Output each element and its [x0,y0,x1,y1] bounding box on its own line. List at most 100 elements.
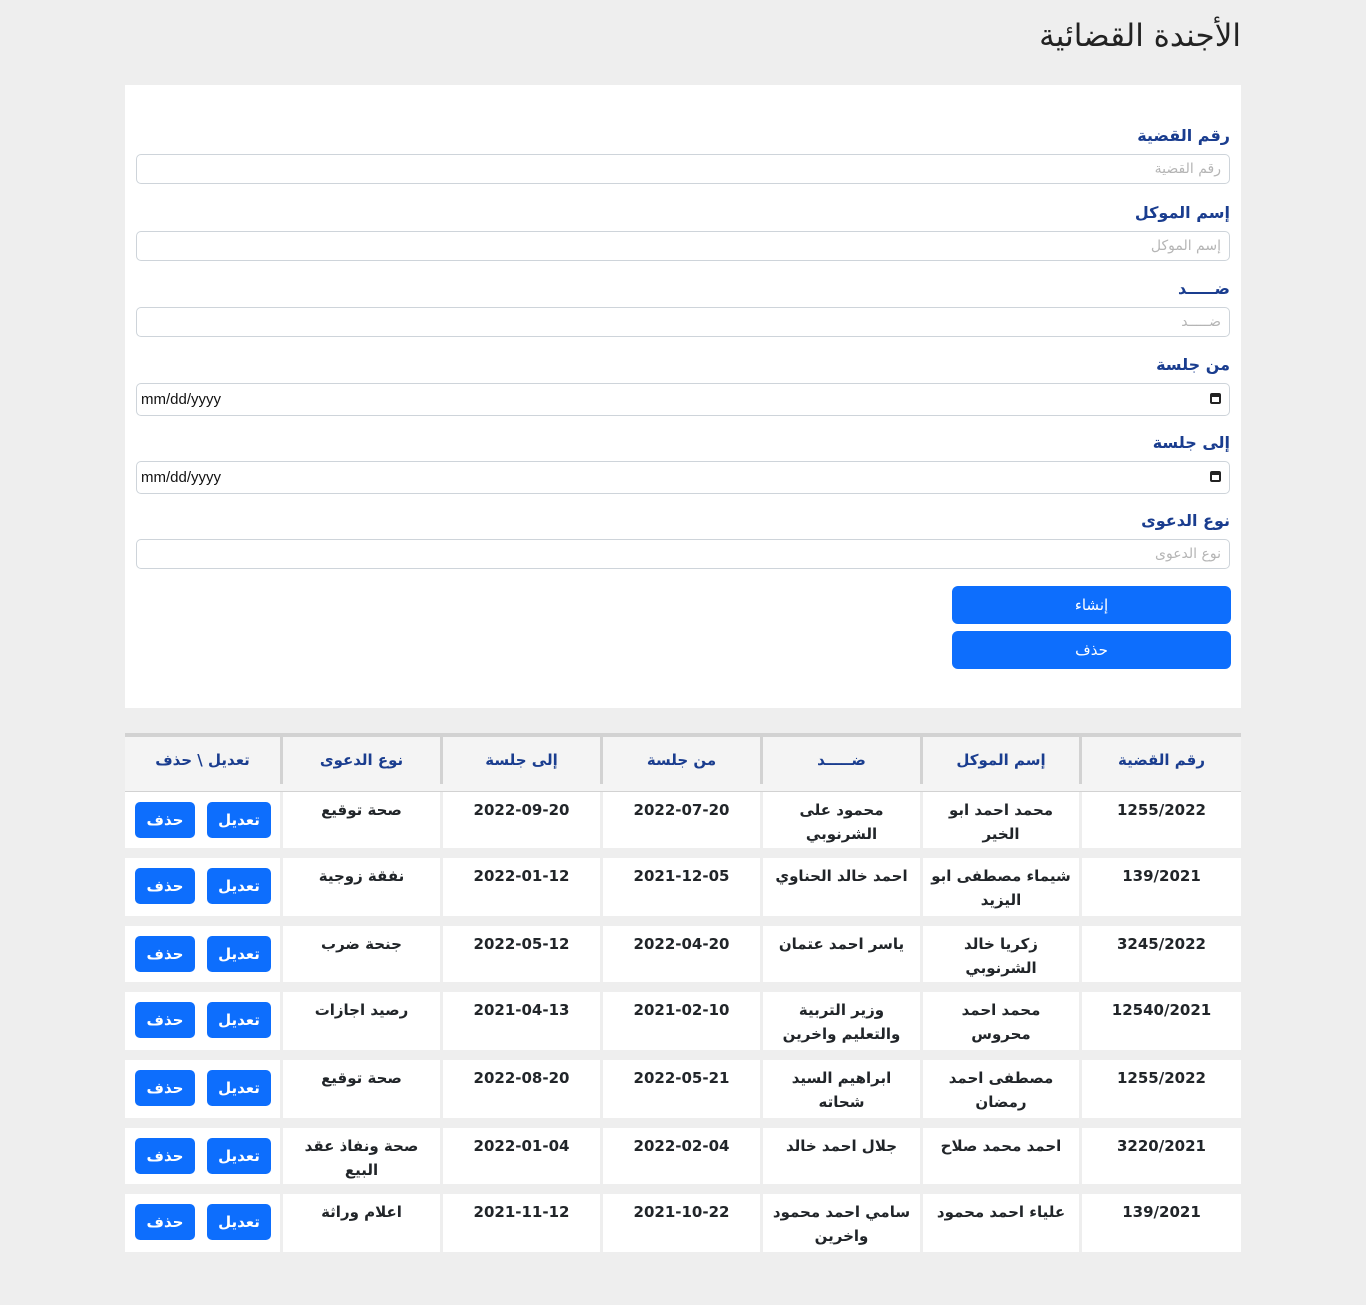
table-row: 139/2021 شيماء مصطفى ابو اليزيد احمد خالد … [125,858,1241,916]
cell-from-session: 2022-05-21 [603,1060,763,1118]
from-session-group: من جلسة mm/dd/yyyy [136,353,1230,416]
case-type-input[interactable]: نوع الدعوى [136,539,1230,569]
cell-against: سامي احمد محمود واخرين [763,1194,923,1252]
cell-against: احمد خالد الحناوي [763,858,923,916]
cell-actions: تعديل حذف [125,1128,283,1184]
from-session-date-input[interactable]: mm/dd/yyyy [136,383,1230,416]
header-against: ضـــــد [763,737,923,784]
header-to-session: إلى جلسة [443,737,603,784]
case-type-group: نوع الدعوى نوع الدعوى [136,509,1230,569]
cell-actions: تعديل حذف [125,858,283,916]
cell-to-session: 2021-04-13 [443,992,603,1050]
delete-button[interactable]: حذف [135,936,195,972]
cell-to-session: 2022-01-12 [443,858,603,916]
cell-case-no: 139/2021 [1122,1203,1201,1221]
to-session-label: إلى جلسة [1152,433,1230,452]
cell-client: مصطفى احمد رمضان [923,1060,1082,1118]
cell-actions: تعديل حذف [125,992,283,1050]
delete-button[interactable]: حذف [135,1002,195,1038]
delete-button[interactable]: حذف [135,1138,195,1174]
table-row: 3220/2021 احمد محمد صلاح جلال احمد خالد 202… [125,1128,1241,1184]
header-case-no: رقم القضية [1117,751,1205,769]
delete-button[interactable]: حذف [135,868,195,904]
cell-actions: تعديل حذف [125,792,283,848]
cell-to-session: 2022-08-20 [443,1060,603,1118]
cell-case-no: 1255/2022 [1117,1069,1206,1087]
cell-actions: تعديل حذف [125,926,283,982]
to-session-date-input[interactable]: mm/dd/yyyy [136,461,1230,494]
header-actions: تعديل \ حذف [125,737,283,784]
cell-against: جلال احمد خالد [763,1128,923,1184]
table-row: 1255/2022 محمد احمد ابو الخير محمود على ال… [125,792,1241,848]
cell-from-session: 2022-02-04 [603,1128,763,1184]
client-name-group: إسم الموكل إسم الموكل [136,201,1230,261]
from-session-value: mm/dd/yyyy [141,391,222,408]
case-no-group: رقم القضية رقم القضية [136,124,1230,184]
case-no-label: رقم القضية [1137,126,1230,145]
cell-case-no: 12540/2021 [1111,1001,1212,1019]
cell-case-no: 3220/2021 [1117,1137,1206,1155]
create-button[interactable]: إنشاء [952,586,1231,624]
client-name-label: إسم الموكل [1134,203,1230,222]
edit-button[interactable]: تعديل [207,1070,271,1106]
cell-against: وزير التربية والتعليم واخرين [763,992,923,1050]
cell-against: ياسر احمد عتمان [763,926,923,982]
cell-from-session: 2022-07-20 [603,792,763,848]
edit-button[interactable]: تعديل [207,1204,271,1240]
cell-case-type: صحة ونفاذ عقد البيع [283,1128,443,1184]
against-group: ضـــــد ضـــــد [136,277,1230,337]
cell-case-no: 3245/2022 [1117,935,1206,953]
against-label: ضـــــد [1177,279,1230,298]
cell-client: محمد احمد ابو الخير [923,792,1082,848]
cell-from-session: 2021-10-22 [603,1194,763,1252]
table-header: رقم القضية إسم الموكل ضـــــد من جلسة إل… [125,733,1241,795]
calendar-icon[interactable] [1210,393,1221,404]
case-no-input[interactable]: رقم القضية [136,154,1230,184]
case-type-label: نوع الدعوى [1141,511,1230,530]
to-session-value: mm/dd/yyyy [141,469,222,486]
cell-client: محمد احمد محروس [923,992,1082,1050]
cell-case-type: نفقة زوجية [283,858,443,916]
edit-button[interactable]: تعديل [207,1002,271,1038]
cell-against: محمود على الشرنوبي [763,792,923,848]
header-case-type: نوع الدعوى [283,737,443,784]
delete-button[interactable]: حذف [135,802,195,838]
table-row: 12540/2021 محمد احمد محروس وزير التربية وا… [125,992,1241,1050]
cell-case-type: رصيد اجازات [283,992,443,1050]
delete-form-button[interactable]: حذف [952,631,1231,669]
cell-to-session: 2022-01-04 [443,1128,603,1184]
cell-case-no: 139/2021 [1122,867,1201,885]
calendar-icon[interactable] [1210,471,1221,482]
delete-button[interactable]: حذف [135,1204,195,1240]
cell-case-type: اعلام وراثة [283,1194,443,1252]
header-from-session: من جلسة [603,737,763,784]
cell-case-no: 1255/2022 [1117,801,1206,819]
cell-from-session: 2021-02-10 [603,992,763,1050]
delete-button[interactable]: حذف [135,1070,195,1106]
cell-client: زكريا خالد الشرنوبي [923,926,1082,982]
edit-button[interactable]: تعديل [207,802,271,838]
cell-to-session: 2021-11-12 [443,1194,603,1252]
cell-actions: تعديل حذف [125,1060,283,1118]
table-row: 3245/2022 زكريا خالد الشرنوبي ياسر احمد عت… [125,926,1241,982]
cell-actions: تعديل حذف [125,1194,283,1252]
cell-client: علياء احمد محمود [923,1194,1082,1252]
cell-client: احمد محمد صلاح [923,1128,1082,1184]
page-title: الأجندة القضائية [1039,18,1241,54]
table-row: 139/2021 علياء احمد محمود سامي احمد محمود … [125,1194,1241,1252]
edit-button[interactable]: تعديل [207,936,271,972]
client-name-input[interactable]: إسم الموكل [136,231,1230,261]
cell-from-session: 2022-04-20 [603,926,763,982]
edit-button[interactable]: تعديل [207,1138,271,1174]
header-client: إسم الموكل [923,737,1082,784]
cell-against: ابراهيم السيد شحاته [763,1060,923,1118]
cell-to-session: 2022-09-20 [443,792,603,848]
cell-case-type: جنحة ضرب [283,926,443,982]
from-session-label: من جلسة [1156,355,1230,374]
cell-case-type: صحة توقيع [283,1060,443,1118]
to-session-group: إلى جلسة mm/dd/yyyy [136,431,1230,494]
cell-case-type: صحة توقيع [283,792,443,848]
against-input[interactable]: ضـــــد [136,307,1230,337]
edit-button[interactable]: تعديل [207,868,271,904]
cell-client: شيماء مصطفى ابو اليزيد [923,858,1082,916]
